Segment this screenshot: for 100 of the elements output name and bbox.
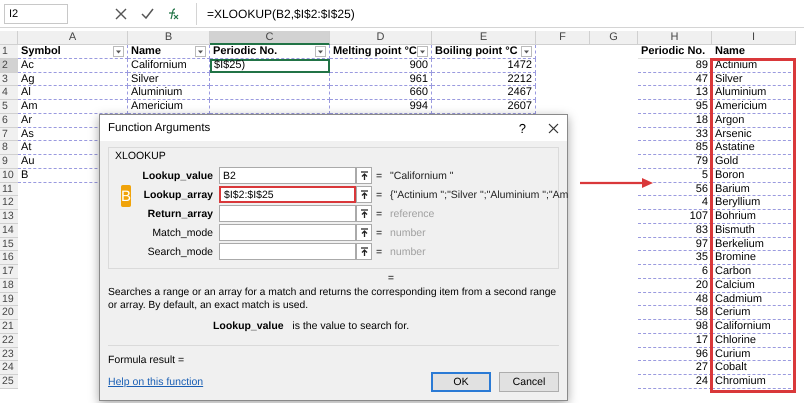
column-header[interactable]: I	[712, 31, 796, 45]
header-cell: Name	[712, 45, 796, 59]
formula-field[interactable]: =XLOOKUP(B2,$I$2:$I$25)	[196, 2, 804, 24]
argument-field[interactable]: $I$2:$I$25	[219, 186, 356, 203]
row-header[interactable]: 12	[0, 196, 18, 210]
table-cell: 13	[638, 86, 712, 100]
row-header[interactable]: 1	[0, 45, 18, 59]
column-header[interactable]: A	[18, 31, 128, 45]
equals-sign: =	[374, 170, 384, 182]
table-cell: Bromine	[712, 251, 796, 265]
row-header[interactable]: 11	[0, 182, 18, 196]
table-cell: Bohrium	[712, 210, 796, 224]
row-header[interactable]: 14	[0, 224, 18, 238]
collapse-button[interactable]	[356, 186, 372, 203]
row-header[interactable]: 18	[0, 278, 18, 292]
table-cell: Cadmium	[712, 292, 796, 306]
close-icon[interactable]	[548, 122, 559, 134]
upload-arrow-icon	[360, 170, 369, 180]
table-cell: 17	[638, 334, 712, 348]
function-description: Searches a range or an array for a match and returns the corresponding item from a second range or array. By default, an exact match is used.	[108, 286, 558, 312]
filter-dropdown-icon[interactable]	[417, 46, 428, 57]
column-header[interactable]: G	[590, 31, 638, 45]
row-header[interactable]: 24	[0, 361, 18, 375]
column-header[interactable]: C	[210, 31, 330, 45]
table-cell: 83	[638, 224, 712, 238]
upload-arrow-icon	[360, 228, 369, 238]
table-cell: Ag	[18, 72, 128, 86]
cancel-icon[interactable]	[115, 8, 127, 20]
argument-field[interactable]	[219, 205, 356, 222]
row-header[interactable]: 7	[0, 128, 18, 142]
table-cell: 35	[638, 251, 712, 265]
table-cell: Barium	[712, 182, 796, 196]
header-label: Name	[131, 45, 161, 58]
row-header[interactable]: 9	[0, 155, 18, 169]
column-header[interactable]: B	[128, 31, 210, 45]
row-header[interactable]: 13	[0, 210, 18, 224]
table-cell: Actinium	[712, 58, 796, 72]
row-header[interactable]: 3	[0, 72, 18, 86]
table-cell: Argon	[712, 114, 796, 128]
argument-field[interactable]	[219, 243, 356, 260]
table-cell: 2212	[432, 72, 536, 86]
collapse-button[interactable]	[356, 243, 372, 260]
row-header[interactable]: 8	[0, 141, 18, 155]
table-cell: 27	[638, 361, 712, 375]
argument-field[interactable]: B2	[219, 167, 356, 184]
column-header[interactable]: D	[330, 31, 432, 45]
row-header[interactable]: 25	[0, 375, 18, 389]
filter-dropdown-icon[interactable]	[113, 46, 124, 57]
row-header[interactable]: 10	[0, 168, 18, 182]
argument-field[interactable]	[219, 224, 356, 241]
row-header[interactable]: 16	[0, 251, 18, 265]
header-label: Symbol	[21, 45, 61, 58]
checkmark-icon[interactable]	[140, 8, 154, 19]
table-cell: Silver	[712, 72, 796, 86]
table-cell: Calcium	[712, 278, 796, 292]
argument-result: reference	[389, 208, 436, 220]
row-header[interactable]: 6	[0, 114, 18, 128]
filter-dropdown-icon[interactable]	[195, 46, 206, 57]
name-box[interactable]: I2	[4, 4, 68, 24]
row-header[interactable]: 5	[0, 100, 18, 114]
row-header[interactable]: 21	[0, 320, 18, 334]
column-header[interactable]: E	[432, 31, 536, 45]
collapse-button[interactable]	[356, 167, 372, 184]
table-cell: Chlorine	[712, 334, 796, 348]
row-header[interactable]: 4	[0, 86, 18, 100]
row-header[interactable]: 2	[0, 58, 18, 72]
help-link[interactable]: Help on this function	[108, 376, 423, 388]
row-header[interactable]: 17	[0, 265, 18, 279]
table-cell: 107	[638, 210, 712, 224]
help-button[interactable]: ?	[518, 120, 526, 136]
header-cell: Periodic No.	[638, 45, 712, 59]
function-icon[interactable]	[166, 8, 180, 20]
collapse-button[interactable]	[356, 224, 372, 241]
argument-result: {"Actinium ";"Silver ";"Aluminium ";"Am	[389, 188, 568, 200]
row-header[interactable]: 19	[0, 292, 18, 306]
argument-result: number	[389, 246, 427, 258]
upload-arrow-icon	[360, 246, 369, 256]
filter-dropdown-icon[interactable]	[315, 46, 326, 57]
row-header[interactable]: 20	[0, 306, 18, 320]
table-cell: 4	[638, 196, 712, 210]
row-header[interactable]: 23	[0, 348, 18, 362]
table-cell: 98	[638, 320, 712, 334]
table-cell: Beryllium	[712, 196, 796, 210]
column-header[interactable]: H	[638, 31, 712, 45]
filter-dropdown-icon[interactable]	[521, 46, 532, 57]
table-cell: Aluminium	[128, 86, 210, 100]
dialog-button[interactable]: OK	[431, 372, 491, 392]
table-cell: 20	[638, 278, 712, 292]
table-cell: 1472	[432, 58, 536, 72]
table-cell: 2467	[432, 86, 536, 100]
equals-sign: =	[374, 188, 384, 200]
row-header[interactable]: 22	[0, 334, 18, 348]
table-cell: Astatine	[712, 141, 796, 155]
equals-sign: =	[374, 208, 384, 220]
table-cell: Ac	[18, 58, 128, 72]
row-header[interactable]: 15	[0, 238, 18, 252]
dialog-button[interactable]: Cancel	[499, 372, 559, 392]
table-cell: Cobalt	[712, 361, 796, 375]
collapse-button[interactable]	[356, 205, 372, 222]
column-header[interactable]: F	[536, 31, 590, 45]
